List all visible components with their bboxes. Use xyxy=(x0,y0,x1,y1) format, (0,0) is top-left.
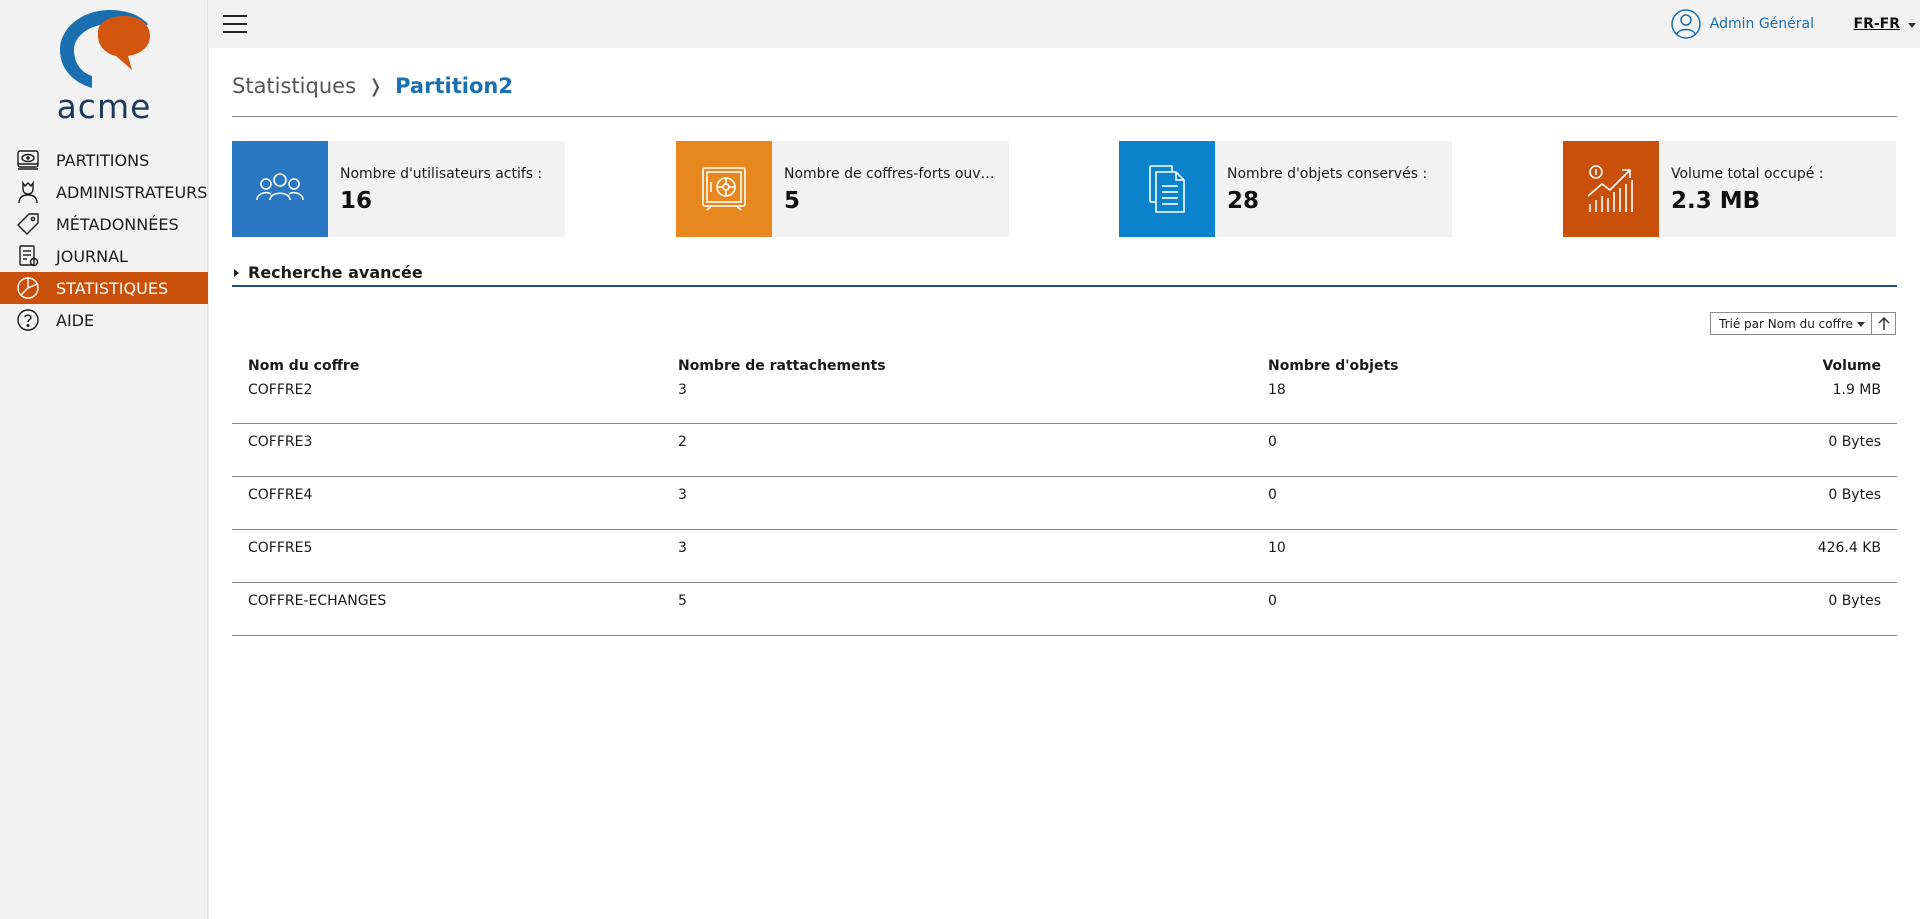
tag-icon xyxy=(14,210,42,238)
sidebar-item-aide[interactable]: AIDE xyxy=(0,304,208,336)
top-bar: Admin Général FR-FR xyxy=(209,0,1920,48)
cell-volume: 0 Bytes xyxy=(1672,476,1897,530)
cell-name: COFFRE2 xyxy=(232,382,662,424)
log-document-icon xyxy=(14,242,42,270)
stat-card-active-users: Nombre d'utilisateurs actifs : 16 xyxy=(232,141,565,237)
users-group-icon xyxy=(232,141,328,237)
stat-value: 5 xyxy=(784,188,801,214)
cell-volume: 1.9 MB xyxy=(1672,382,1897,424)
sidebar-item-statistiques[interactable]: STATISTIQUES xyxy=(0,272,208,304)
safes-table: Nom du coffre Nombre de rattachements No… xyxy=(232,349,1897,636)
arrow-up-icon xyxy=(1877,316,1890,330)
sidebar-item-label: STATISTIQUES xyxy=(56,278,169,298)
growth-chart-icon xyxy=(1563,141,1659,237)
table-row[interactable]: COFFRE4 3 0 0 Bytes xyxy=(232,476,1897,530)
caret-right-icon xyxy=(234,269,239,277)
column-header-volume: Volume xyxy=(1822,357,1881,374)
sidebar-item-label: ADMINISTRATEURS xyxy=(56,182,208,202)
help-circle-icon xyxy=(14,306,42,334)
acme-logo[interactable]: acme xyxy=(52,6,156,124)
cell-attachments: 2 xyxy=(662,423,1252,477)
sidebar-item-administrateurs[interactable]: ADMINISTRATEURS xyxy=(0,176,208,208)
table-header-row: Nom du coffre Nombre de rattachements No… xyxy=(232,349,1897,382)
sidebar-item-metadonnees[interactable]: MÉTADONNÉES xyxy=(0,208,208,240)
stat-label: Nombre de coffres-forts ouverts : xyxy=(784,166,999,182)
language-selector[interactable]: FR-FR xyxy=(1853,14,1916,34)
hamburger-menu-icon[interactable] xyxy=(223,13,247,35)
stat-card-total-volume: Volume total occupé : 2.3 MB xyxy=(1563,141,1896,237)
column-header-objects: Nombre d'objets xyxy=(1268,357,1399,374)
table-row[interactable]: COFFRE-ECHANGES 5 0 0 Bytes xyxy=(232,582,1897,636)
user-name: Admin Général xyxy=(1709,16,1814,32)
cell-objects: 0 xyxy=(1252,582,1672,636)
table-row[interactable]: COFFRE3 2 0 0 Bytes xyxy=(232,423,1897,477)
language-label: FR-FR xyxy=(1853,16,1901,32)
main-content: Statistiques ❭ Partition2 Nombre d'utili… xyxy=(209,48,1920,919)
cell-name: COFFRE5 xyxy=(232,529,662,583)
cell-volume: 0 Bytes xyxy=(1672,582,1897,636)
stat-label: Volume total occupé : xyxy=(1671,166,1824,182)
documents-icon xyxy=(1119,141,1215,237)
sort-controls: Trié par Nom du coffre xyxy=(1710,312,1896,335)
sidebar-item-label: JOURNAL xyxy=(56,246,128,266)
cell-attachments: 3 xyxy=(662,476,1252,530)
speech-bubble-logo-icon xyxy=(60,10,150,88)
user-menu[interactable]: Admin Général xyxy=(1670,9,1814,39)
sidebar: acme PARTITIONS ADMINISTRATEURS MÉTADONN… xyxy=(0,0,208,919)
breadcrumb: Statistiques ❭ Partition2 xyxy=(232,74,513,98)
cell-volume: 426.4 KB xyxy=(1672,529,1897,583)
cell-volume: 0 Bytes xyxy=(1672,423,1897,477)
cell-name: COFFRE3 xyxy=(232,423,662,477)
table-row[interactable]: COFFRE2 3 18 1.9 MB xyxy=(232,382,1897,424)
advanced-search-label: Recherche avancée xyxy=(248,263,423,282)
stat-label: Nombre d'utilisateurs actifs : xyxy=(340,166,543,182)
sort-select-value: Trié par Nom du coffre xyxy=(1719,316,1853,331)
sidebar-item-label: MÉTADONNÉES xyxy=(56,214,179,234)
cell-name: COFFRE-ECHANGES xyxy=(232,582,662,636)
sidebar-item-label: PARTITIONS xyxy=(56,150,150,170)
stat-card-open-safes: Nombre de coffres-forts ouverts : 5 xyxy=(676,141,1009,237)
sidebar-item-journal[interactable]: JOURNAL xyxy=(0,240,208,272)
sidebar-item-partitions[interactable]: PARTITIONS xyxy=(0,144,208,176)
cell-objects: 0 xyxy=(1252,423,1672,477)
sidebar-nav: PARTITIONS ADMINISTRATEURS MÉTADONNÉES J… xyxy=(0,144,208,336)
cell-objects: 18 xyxy=(1252,382,1672,424)
table-row[interactable]: COFFRE5 3 10 426.4 KB xyxy=(232,529,1897,583)
cell-name: COFFRE4 xyxy=(232,476,662,530)
sidebar-item-label: AIDE xyxy=(56,310,95,330)
breadcrumb-root[interactable]: Statistiques xyxy=(232,74,356,98)
safe-icon xyxy=(676,141,772,237)
cell-attachments: 3 xyxy=(662,529,1252,583)
cell-objects: 0 xyxy=(1252,476,1672,530)
user-avatar-icon xyxy=(1671,9,1701,39)
sort-direction-button[interactable] xyxy=(1872,312,1896,335)
cell-attachments: 3 xyxy=(662,382,1252,424)
stat-value: 2.3 MB xyxy=(1671,188,1761,214)
stat-value: 28 xyxy=(1227,188,1260,214)
pie-chart-icon xyxy=(14,274,42,302)
column-header-name: Nom du coffre xyxy=(248,357,360,374)
breadcrumb-divider xyxy=(232,116,1897,117)
user-admin-icon xyxy=(14,178,42,206)
logo-text: acme xyxy=(56,87,152,126)
breadcrumb-current: Partition2 xyxy=(395,74,513,98)
stat-value: 16 xyxy=(340,188,373,214)
stats-cards: Nombre d'utilisateurs actifs : 16 Nombre… xyxy=(232,141,1897,237)
cell-attachments: 5 xyxy=(662,582,1252,636)
cell-objects: 10 xyxy=(1252,529,1672,583)
column-header-attachments: Nombre de rattachements xyxy=(678,357,886,374)
sort-select[interactable]: Trié par Nom du coffre xyxy=(1710,312,1872,335)
disk-drive-icon xyxy=(14,146,42,174)
stat-card-stored-objects: Nombre d'objets conservés : 28 xyxy=(1119,141,1452,237)
caret-down-icon xyxy=(1908,22,1916,28)
breadcrumb-separator-icon: ❭ xyxy=(368,75,384,97)
advanced-search-toggle[interactable]: Recherche avancée xyxy=(232,263,1897,287)
stat-label: Nombre d'objets conservés : xyxy=(1227,166,1428,182)
caret-down-icon xyxy=(1857,322,1865,327)
